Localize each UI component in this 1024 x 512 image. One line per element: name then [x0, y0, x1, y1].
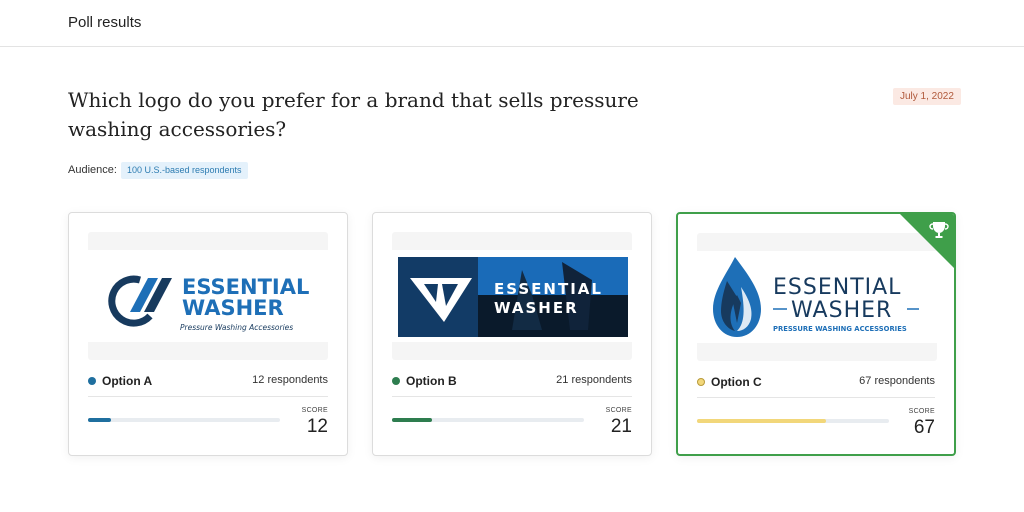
score-bar-track: [88, 418, 280, 422]
logo-image-frame: ESSENTIAL WASHER: [392, 232, 632, 360]
score-label: SCORE: [908, 408, 935, 415]
option-c-logo-line2: WASHER: [791, 298, 892, 323]
score-bar-track: [392, 418, 584, 422]
poll-question: Which logo do you prefer for a brand tha…: [68, 88, 639, 141]
option-name: Option B: [406, 374, 457, 388]
option-b-logo-image: ESSENTIAL WASHER: [392, 250, 632, 342]
respondent-count: 21 respondents: [556, 374, 632, 386]
date-badge: July 1, 2022: [893, 88, 961, 105]
winner-corner-badge: [900, 214, 954, 268]
score-value: 21: [610, 416, 632, 437]
option-a-logo-image: ESSENTIAL WASHER Pressure Washing Access…: [88, 250, 328, 342]
audience-label: Audience:: [68, 164, 117, 176]
option-card-c[interactable]: ESSENTIAL WASHER PRESSURE WASHING ACCESS…: [676, 212, 956, 456]
option-b-logo-line1: ESSENTIAL: [494, 280, 603, 298]
score-value: 12: [306, 416, 328, 437]
option-c-logo-line1: ESSENTIAL: [773, 275, 901, 300]
option-color-dot: [697, 378, 705, 386]
divider: [697, 397, 935, 398]
respondent-count: 12 respondents: [252, 374, 328, 386]
score-bar-fill: [88, 418, 112, 422]
option-c-logo-tagline: PRESSURE WASHING ACCESSORIES: [773, 325, 907, 333]
option-a-logo-tagline: Pressure Washing Accessories: [180, 323, 293, 332]
score-value: 67: [913, 417, 935, 438]
option-name: Option A: [102, 374, 153, 388]
audience-row: Audience: 100 U.S.-based respondents: [68, 161, 248, 179]
respondent-count: 67 respondents: [859, 375, 935, 387]
audience-badge: 100 U.S.-based respondents: [120, 161, 248, 179]
option-name: Option C: [711, 375, 762, 389]
option-b-logo-line2: WASHER: [494, 299, 579, 317]
option-card-b[interactable]: ESSENTIAL WASHER Option B 21 respondents…: [372, 212, 652, 456]
score-bar-fill: [392, 418, 433, 422]
logo-image-frame: ESSENTIAL WASHER Pressure Washing Access…: [88, 232, 328, 360]
divider: [88, 396, 328, 397]
option-color-dot: [392, 377, 400, 385]
option-color-dot: [88, 377, 96, 385]
page-title: Poll results: [68, 14, 142, 31]
score-label: SCORE: [605, 407, 632, 414]
top-bar: Poll results: [0, 0, 1024, 47]
score-bar-track: [697, 419, 889, 423]
score-bar-fill: [697, 419, 826, 423]
option-a-logo-line2: WASHER: [182, 296, 284, 320]
option-card-a[interactable]: ESSENTIAL WASHER Pressure Washing Access…: [68, 212, 348, 456]
divider: [392, 396, 632, 397]
score-label: SCORE: [301, 407, 328, 414]
